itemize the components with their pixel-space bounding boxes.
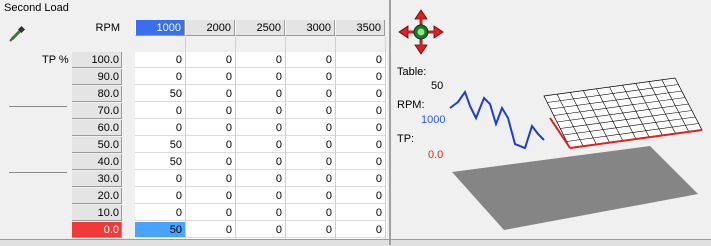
- table-cell[interactable]: 0: [235, 52, 285, 68]
- table-cell[interactable]: 0: [235, 205, 285, 221]
- column-separator: [285, 37, 286, 239]
- table-cell[interactable]: 0: [335, 154, 385, 170]
- table-cell[interactable]: 0: [185, 86, 235, 102]
- table-cell[interactable]: 50: [135, 137, 185, 153]
- tp-row-header[interactable]: 100.0: [72, 52, 122, 68]
- tp-row-header[interactable]: 40.0: [72, 154, 122, 170]
- tp-row-header[interactable]: 50.0: [72, 137, 122, 153]
- table-cell[interactable]: 0: [185, 120, 235, 136]
- table-cell[interactable]: 0: [135, 103, 185, 119]
- tp-row-header[interactable]: 80.0: [72, 86, 122, 102]
- table-cell[interactable]: 0: [285, 69, 335, 85]
- table-cell[interactable]: 0: [335, 188, 385, 204]
- separator: [9, 172, 67, 173]
- table-cell[interactable]: 0: [185, 154, 235, 170]
- table-cell[interactable]: 0: [285, 154, 335, 170]
- table-cell[interactable]: 0: [185, 52, 235, 68]
- table-cell[interactable]: 0: [285, 188, 335, 204]
- table-cell[interactable]: 0: [135, 171, 185, 187]
- move-control[interactable]: [397, 8, 445, 59]
- table-cell[interactable]: 0: [285, 171, 335, 187]
- table-cell[interactable]: 0: [335, 69, 385, 85]
- table-cell[interactable]: 0: [235, 171, 285, 187]
- table-cell[interactable]: 0: [285, 52, 335, 68]
- surface-profile-line: [449, 89, 545, 150]
- table-cell[interactable]: 0: [235, 69, 285, 85]
- table-cell[interactable]: 0: [235, 188, 285, 204]
- table-cell[interactable]: 0: [185, 103, 235, 119]
- table-cell[interactable]: 0: [285, 120, 335, 136]
- column-separator: [335, 37, 336, 239]
- separator: [9, 106, 67, 107]
- table-cell[interactable]: 0: [135, 52, 185, 68]
- table-cell[interactable]: 50: [135, 154, 185, 170]
- table-cell[interactable]: 0: [235, 222, 285, 238]
- table-cell[interactable]: 0: [185, 69, 235, 85]
- table-cell[interactable]: 0: [135, 205, 185, 221]
- table-cell[interactable]: 50: [135, 86, 185, 102]
- table-cell[interactable]: 0: [185, 205, 235, 221]
- tp-row-header[interactable]: 60.0: [72, 120, 122, 136]
- table-cell[interactable]: 0: [335, 120, 385, 136]
- rpm-header-cell[interactable]: 2500: [235, 20, 285, 36]
- panel-divider: [389, 0, 391, 245]
- table-cell[interactable]: 0: [335, 103, 385, 119]
- table-cell[interactable]: 0: [285, 103, 335, 119]
- table-cell[interactable]: 0: [185, 171, 235, 187]
- table-cell[interactable]: 0: [335, 222, 385, 238]
- table-cell[interactable]: 0: [235, 103, 285, 119]
- table-cell[interactable]: 0: [135, 69, 185, 85]
- tp-info-label: TP:: [397, 133, 415, 145]
- tp-row-header[interactable]: 90.0: [72, 69, 122, 85]
- table-cell[interactable]: 0: [335, 52, 385, 68]
- table-cell[interactable]: 0: [185, 137, 235, 153]
- column-separator: [235, 37, 236, 239]
- column-separator: [185, 37, 186, 239]
- panel-title: Second Load: [4, 2, 69, 14]
- table-cell[interactable]: 0: [135, 188, 185, 204]
- rpm-header-cell[interactable]: 3500: [335, 20, 385, 36]
- move-arrows-icon: [398, 9, 444, 55]
- table-cell[interactable]: 0: [235, 137, 285, 153]
- table-cell[interactable]: 0: [335, 86, 385, 102]
- tp-row-header[interactable]: 70.0: [72, 103, 122, 119]
- tp-row-header[interactable]: 10.0: [72, 205, 122, 221]
- tp-row-header[interactable]: 0.0: [72, 222, 122, 238]
- rpm-axis-label: RPM: [95, 22, 120, 34]
- table-cell[interactable]: 0: [235, 154, 285, 170]
- table-cell[interactable]: 0: [185, 188, 235, 204]
- eyedropper-icon: [9, 25, 26, 42]
- table-cell[interactable]: 0: [335, 171, 385, 187]
- surface-shadow: [452, 146, 698, 230]
- table-cell[interactable]: 0: [335, 137, 385, 153]
- tp-row-header[interactable]: 20.0: [72, 188, 122, 204]
- rpm-header-cell[interactable]: 2000: [185, 20, 235, 36]
- rpm-header-cell[interactable]: 3000: [285, 20, 335, 36]
- table-cell[interactable]: 0: [135, 120, 185, 136]
- rpm-info-label: RPM:: [397, 99, 425, 111]
- table-cell[interactable]: 0: [235, 120, 285, 136]
- eyedropper-tool-button[interactable]: [6, 23, 28, 45]
- table-cell[interactable]: 0: [185, 222, 235, 238]
- table-cell[interactable]: 0: [285, 205, 335, 221]
- column-separator: [385, 37, 386, 239]
- table-cell[interactable]: 0: [285, 222, 335, 238]
- table-cell[interactable]: 0: [235, 86, 285, 102]
- table-label: Table:: [397, 66, 427, 78]
- tp-row-header[interactable]: 30.0: [72, 171, 122, 187]
- surface-3d-view[interactable]: [440, 60, 710, 238]
- table-cell[interactable]: 0: [285, 86, 335, 102]
- table-cell[interactable]: 50: [135, 222, 185, 238]
- table-cell[interactable]: 0: [285, 137, 335, 153]
- table-cell[interactable]: 0: [335, 205, 385, 221]
- tp-axis-label: TP %: [42, 54, 69, 66]
- rpm-header-cell[interactable]: 1000: [135, 20, 185, 36]
